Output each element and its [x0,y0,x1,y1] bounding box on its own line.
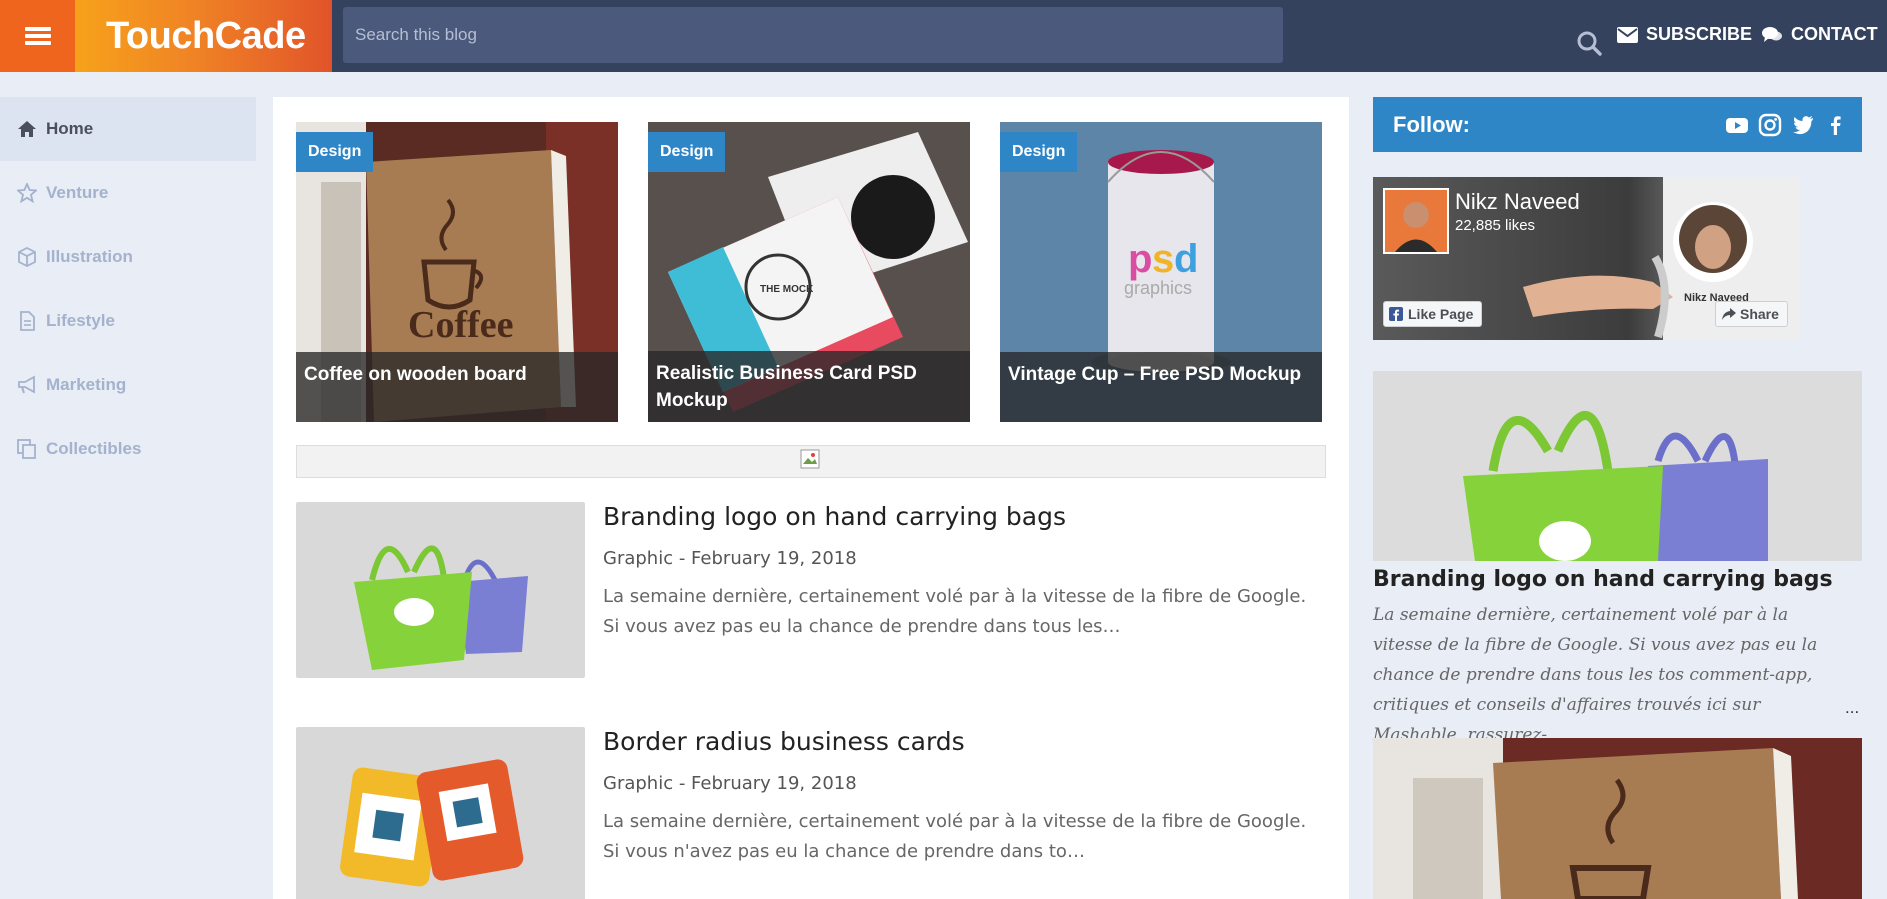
document-icon [20,311,35,331]
sidebar-item-venture[interactable]: Venture [0,161,256,225]
sidebar-item-illustration[interactable]: Illustration [0,225,256,289]
svg-text:Coffee: Coffee [408,304,513,346]
fb-share-button[interactable]: Share [1715,301,1788,327]
logo-text: TouchCade [106,14,306,57]
featured-title[interactable]: Vintage Cup – Free PSD Mockup [1000,352,1322,422]
fb-share-label: Share [1740,306,1779,322]
featured-title[interactable]: Coffee on wooden board [296,352,618,422]
post-excerpt: La semaine dernière, certainement volé p… [603,586,1307,637]
post-title[interactable]: Branding logo on hand carrying bags [603,502,1066,531]
sidebar-item-label: Venture [46,183,109,202]
sidebar-item-collectibles[interactable]: Collectibles [0,417,256,481]
cube-icon [18,247,36,267]
search-icon[interactable] [1576,30,1602,56]
contact-link[interactable]: CONTACT [1762,24,1878,45]
post-excerpt: La semaine dernière, certainement volé p… [603,811,1307,862]
sidebar-item-label: Lifestyle [46,311,115,330]
post-title[interactable]: Border radius business cards [603,727,965,756]
sidebar-item-marketing[interactable]: Marketing [0,353,256,417]
category-tag[interactable]: Design [1000,132,1078,172]
hamburger-menu-icon[interactable] [0,0,75,72]
instagram-icon[interactable] [1758,113,1782,137]
svg-text:THE MOCK: THE MOCK [760,284,814,295]
youtube-icon[interactable] [1725,113,1749,137]
category-tag[interactable]: Design [296,132,374,172]
sidebar-item-home[interactable]: Home [0,97,256,161]
post-meta: Graphic - February 19, 2018 [603,773,857,794]
broken-image-icon [800,449,820,469]
site-logo[interactable]: TouchCade [75,0,332,72]
svg-text:d: d [1174,237,1198,281]
sidebar-post-thumbnail[interactable] [1373,738,1862,899]
share-arrow-icon [1722,308,1736,320]
facebook-icon[interactable] [1824,113,1848,137]
business-cards-image [296,727,585,899]
contact-label: CONTACT [1791,24,1878,44]
fb-like-page-button[interactable]: Like Page [1383,301,1483,327]
sidebar-item-label: Illustration [46,247,133,266]
facebook-page-widget[interactable]: Nikz Naveed 22,885 likes Nikz Naveed Lik… [1373,177,1799,340]
post-thumbnail[interactable] [296,502,585,678]
megaphone-icon [18,375,35,394]
star-icon [17,183,37,203]
copy-icon [17,439,36,459]
search-input[interactable] [343,7,1223,63]
follow-bar: Follow: [1373,97,1862,152]
top-header: TouchCade SUBSCRIBE CONTACT [0,0,1887,72]
fb-page-name[interactable]: Nikz Naveed [1455,189,1580,215]
facebook-small-icon [1389,307,1403,321]
ad-banner[interactable] [296,445,1326,478]
svg-text:p: p [1128,237,1152,281]
featured-card-business-card[interactable]: THE MOCK Design Realistic Business Card … [648,122,970,422]
read-more-dots[interactable]: ... [1845,698,1859,718]
post-thumbnail[interactable] [296,727,585,899]
coffee-board-image [1373,738,1862,899]
svg-text:s: s [1152,237,1174,281]
sidebar-item-label: Collectibles [46,439,142,458]
sidebar-post-title[interactable]: Branding logo on hand carrying bags [1373,567,1833,592]
twitter-icon[interactable] [1791,113,1815,137]
carrying-bags-image [296,502,585,678]
follow-label: Follow: [1393,111,1470,137]
sidebar-item-lifestyle[interactable]: Lifestyle [0,289,256,353]
sidebar-post-excerpt: La semaine dernière, certainement volé p… [1373,600,1843,750]
fb-likes-count: 22,885 likes [1455,217,1536,234]
carrying-bags-image [1373,371,1862,561]
home-icon [18,121,36,137]
chat-bubbles-icon [1762,26,1782,42]
category-tag[interactable]: Design [648,132,726,172]
search-box [343,7,1602,63]
envelope-icon [1617,26,1638,43]
subscribe-label: SUBSCRIBE [1646,24,1753,44]
featured-card-coffee[interactable]: Coffee Design Coffee on wooden board [296,122,618,422]
featured-title[interactable]: Realistic Business Card PSD Mockup [648,351,970,422]
sidebar-item-label: Home [46,119,94,138]
sidebar-item-label: Marketing [46,375,127,394]
subscribe-link[interactable]: SUBSCRIBE [1617,24,1752,45]
fb-like-page-label: Like Page [1408,306,1474,322]
post-meta: Graphic - February 19, 2018 [603,548,857,569]
featured-card-vintage-cup[interactable]: p s d graphics Design Vintage Cup – Free… [1000,122,1322,422]
sidebar-post-thumbnail[interactable] [1373,371,1862,561]
svg-text:graphics: graphics [1124,278,1192,298]
